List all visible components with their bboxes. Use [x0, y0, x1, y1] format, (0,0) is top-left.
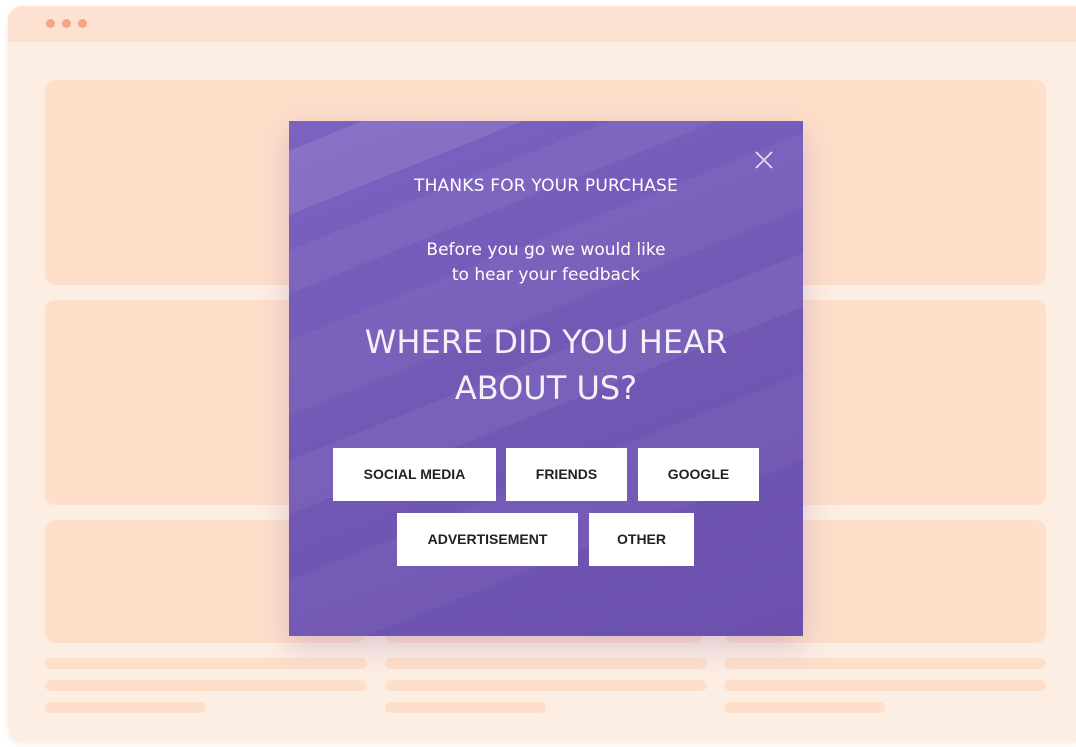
popup-subtitle-line: Before you go we would like — [426, 240, 666, 260]
popup-question: WHERE DID YOU HEAR ABOUT US? — [289, 319, 803, 411]
window-dot-icon — [46, 19, 55, 28]
placeholder-line — [724, 658, 1046, 669]
placeholder-line — [45, 658, 367, 669]
feedback-popup: THANKS FOR YOUR PURCHASE Before you go w… — [289, 121, 803, 636]
placeholder-line — [724, 680, 1046, 691]
browser-title-bar — [8, 6, 1076, 42]
close-button[interactable] — [753, 149, 775, 171]
placeholder-line — [724, 702, 885, 713]
popup-subtitle: Before you go we would like to hear your… — [289, 238, 803, 288]
popup-question-line: WHERE DID YOU HEAR — [364, 323, 728, 361]
placeholder-line — [385, 680, 707, 691]
popup-question-line: ABOUT US? — [454, 369, 638, 407]
placeholder-line — [385, 658, 707, 669]
option-google-button[interactable]: GOOGLE — [638, 448, 759, 501]
window-dot-icon — [78, 19, 87, 28]
option-other-button[interactable]: OTHER — [589, 513, 694, 566]
option-advertisement-button[interactable]: ADVERTISEMENT — [397, 513, 578, 566]
option-social-media-button[interactable]: SOCIAL MEDIA — [333, 448, 496, 501]
placeholder-line — [45, 702, 206, 713]
popup-subtitle-line: to hear your feedback — [451, 265, 641, 285]
placeholder-line — [385, 702, 546, 713]
popup-heading: THANKS FOR YOUR PURCHASE — [413, 176, 678, 196]
close-icon — [755, 151, 773, 169]
placeholder-line — [45, 680, 367, 691]
option-friends-button[interactable]: FRIENDS — [506, 448, 627, 501]
window-dot-icon — [62, 19, 71, 28]
